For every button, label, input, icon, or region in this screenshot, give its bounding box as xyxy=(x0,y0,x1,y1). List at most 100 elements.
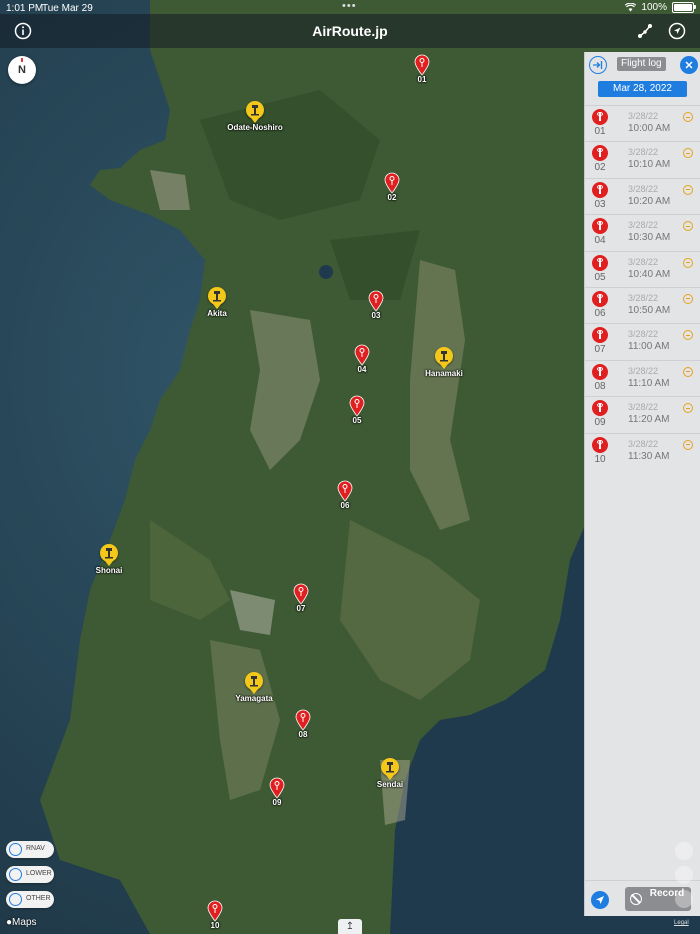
waypoint-marker-09[interactable]: 09 xyxy=(269,777,285,807)
map-pin-icon xyxy=(293,583,309,605)
log-entry[interactable]: 09 3/28/22 11:20 AM xyxy=(585,396,700,432)
airport-marker-yamagata[interactable]: Yamagata xyxy=(235,672,273,703)
log-entry[interactable]: 10 3/28/22 11:30 AM xyxy=(585,432,700,469)
remove-icon[interactable] xyxy=(683,439,693,450)
control-tower-icon xyxy=(213,291,221,302)
remove-icon[interactable] xyxy=(683,148,693,159)
log-entry-number: 03 xyxy=(594,198,606,210)
control-tower-icon xyxy=(250,676,258,687)
log-entry[interactable]: 05 3/28/22 10:40 AM xyxy=(585,250,700,287)
airport-marker-hanamaki[interactable]: Hanamaki xyxy=(425,347,463,378)
wifi-icon xyxy=(625,3,637,12)
bottom-sheet-handle[interactable]: ↥ xyxy=(338,919,362,934)
waypoint-marker-08[interactable]: 08 xyxy=(295,709,311,739)
airport-marker-akita[interactable]: Akita xyxy=(207,287,227,318)
waypoint-label: 07 xyxy=(296,604,306,613)
log-entry[interactable]: 01 3/28/22 10:00 AM xyxy=(585,105,700,141)
waypoint-marker-06[interactable]: 06 xyxy=(337,480,353,510)
airport-marker-odate-noshiro[interactable]: Odate-Noshiro xyxy=(227,101,283,132)
map-3d-icon[interactable] xyxy=(675,842,693,860)
map-pin-icon xyxy=(349,395,365,417)
filter-toggle-rnav[interactable]: RNAV xyxy=(6,841,54,858)
map-pin-icon xyxy=(354,344,370,366)
log-entry[interactable]: 02 3/28/22 10:10 AM xyxy=(585,141,700,177)
remove-icon[interactable] xyxy=(683,403,693,414)
log-entry-date: 3/28/22 xyxy=(628,147,659,158)
log-entry[interactable]: 06 3/28/22 10:50 AM xyxy=(585,286,700,323)
log-entry-number: 09 xyxy=(594,417,606,429)
map-pin-icon xyxy=(295,709,311,731)
log-entry[interactable]: 04 3/28/22 10:30 AM xyxy=(585,214,700,250)
compass-label: N xyxy=(18,64,26,76)
waypoint-label: 09 xyxy=(272,798,282,807)
log-entry-number: 10 xyxy=(594,453,606,465)
flight-date-button[interactable]: Mar 28, 2022 xyxy=(598,81,687,97)
airport-label: Odate-Noshiro xyxy=(227,123,283,132)
location-arrow-icon[interactable] xyxy=(668,22,686,40)
current-location-button[interactable] xyxy=(591,891,609,909)
log-entry-time: 10:10 AM xyxy=(628,159,671,171)
map-pin-icon xyxy=(592,400,608,417)
log-entry[interactable]: 08 3/28/22 11:10 AM xyxy=(585,359,700,396)
map-pin-icon xyxy=(592,145,608,162)
log-entry-date: 3/28/22 xyxy=(628,438,659,449)
waypoint-marker-10[interactable]: 10 xyxy=(207,900,223,930)
remove-icon[interactable] xyxy=(683,221,693,232)
close-icon[interactable] xyxy=(680,56,698,74)
waypoint-label: 10 xyxy=(210,921,220,930)
log-entry-time: 10:00 AM xyxy=(628,123,671,134)
airport-label: Shonai xyxy=(95,566,123,575)
filter-toggle-other[interactable]: OTHER xyxy=(6,891,54,908)
remove-icon[interactable] xyxy=(683,257,693,268)
waypoint-marker-03[interactable]: 03 xyxy=(368,290,384,320)
filter-label: OTHER xyxy=(26,895,51,902)
compass-button[interactable]: N xyxy=(8,56,36,84)
filter-label: LOWER xyxy=(26,870,52,877)
remove-icon[interactable] xyxy=(683,184,693,195)
waypoint-marker-02[interactable]: 02 xyxy=(384,172,400,202)
multitasking-dots-icon[interactable]: ••• xyxy=(342,0,357,12)
zoom-in-icon[interactable] xyxy=(675,866,693,884)
log-entry-date: 3/28/22 xyxy=(628,402,659,413)
control-tower-icon xyxy=(386,762,394,773)
waypoint-marker-01[interactable]: 01 xyxy=(414,54,430,84)
airport-label: Hanamaki xyxy=(425,369,463,378)
log-entry-date: 3/28/22 xyxy=(628,329,659,340)
map-pin-icon xyxy=(592,109,608,125)
map-pin-icon xyxy=(592,218,608,235)
airport-marker-sendai[interactable]: Sendai xyxy=(377,758,403,789)
waypoint-label: 05 xyxy=(352,416,362,425)
flight-log-list: 01 3/28/22 10:00 AM 02 3/28/22 10:10 AM 03 3/… xyxy=(585,105,700,469)
compass-needle-icon xyxy=(21,58,23,62)
log-entry[interactable]: 03 3/28/22 10:20 AM xyxy=(585,177,700,214)
airport-marker-shonai[interactable]: Shonai xyxy=(96,544,122,575)
zoom-out-icon[interactable] xyxy=(675,890,693,908)
export-icon[interactable] xyxy=(589,56,607,74)
log-entry-number: 02 xyxy=(594,162,606,174)
waypoint-marker-07[interactable]: 07 xyxy=(293,583,309,613)
remove-icon[interactable] xyxy=(683,330,693,341)
log-entry-time: 11:20 AM xyxy=(628,414,670,426)
status-time: 1:01 PM xyxy=(6,3,44,14)
log-entry-date: 3/28/22 xyxy=(628,256,659,267)
flight-log-header: Flight log xyxy=(585,52,700,78)
filter-toggle-lower[interactable]: LOWER xyxy=(6,866,54,883)
remove-icon[interactable] xyxy=(683,293,693,304)
waypoint-label: 03 xyxy=(371,311,381,320)
waypoint-marker-05[interactable]: 05 xyxy=(349,395,365,425)
log-entry-number: 06 xyxy=(594,307,606,319)
remove-icon[interactable] xyxy=(683,366,693,377)
waypoint-marker-04[interactable]: 04 xyxy=(354,344,370,374)
legal-link[interactable]: Legal xyxy=(674,920,689,926)
control-tower-icon xyxy=(251,105,259,116)
map-pin-icon xyxy=(592,363,608,380)
route-icon[interactable] xyxy=(636,22,654,40)
flight-log-panel: Flight log Mar 28, 2022 01 3/28/22 10:00 A… xyxy=(584,52,700,916)
waypoint-label: 08 xyxy=(298,730,308,739)
log-entry-time: 10:20 AM xyxy=(628,195,671,207)
log-entry-date: 3/28/22 xyxy=(628,220,659,231)
log-entry[interactable]: 07 3/28/22 11:00 AM xyxy=(585,323,700,359)
log-entry-date: 3/28/22 xyxy=(628,183,659,194)
battery-icon xyxy=(672,2,696,13)
remove-icon[interactable] xyxy=(683,112,693,122)
